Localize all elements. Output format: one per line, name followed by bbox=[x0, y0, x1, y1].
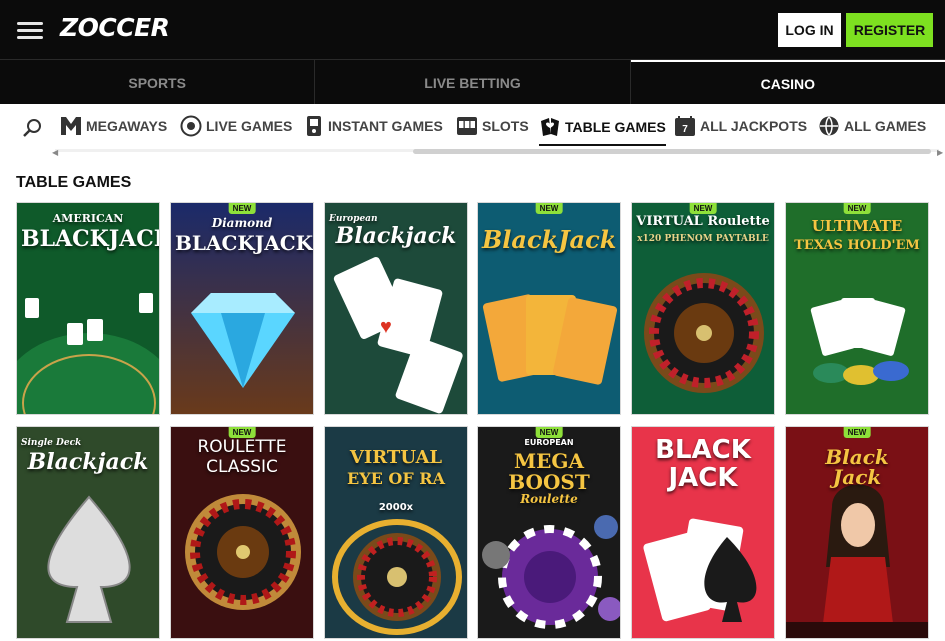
game-title: Blackjack bbox=[27, 449, 149, 475]
game-title: VIRTUAL Roulette bbox=[636, 214, 770, 229]
instant-games-icon bbox=[307, 116, 321, 136]
game-card[interactable]: ♥ European Blackjack bbox=[324, 202, 468, 415]
new-badge: NEW bbox=[843, 427, 871, 438]
logo-text: ZOCCER bbox=[60, 13, 170, 42]
all-games-icon bbox=[819, 116, 839, 136]
live-games-icon bbox=[180, 115, 202, 137]
tab-live-betting[interactable]: LIVE BETTING bbox=[315, 60, 631, 105]
game-title: BLACKJACK bbox=[175, 231, 314, 255]
game-title: TEXAS HOLD'EM bbox=[794, 238, 920, 253]
new-badge: NEW bbox=[228, 203, 256, 214]
game-card[interactable]: NEW Black Jack bbox=[785, 426, 929, 639]
category-all-games[interactable]: ALL GAMES bbox=[818, 110, 926, 142]
game-card[interactable]: VIRTUAL EYE OF RA 2000x bbox=[324, 426, 468, 639]
category-label: MEGAWAYS bbox=[86, 118, 168, 134]
category-all-jackpots[interactable]: 7 ALL JACKPOTS bbox=[674, 110, 807, 142]
section-title: TABLE GAMES bbox=[16, 174, 132, 191]
game-title: BLACKJACK bbox=[21, 226, 160, 252]
new-badge: NEW bbox=[535, 427, 563, 438]
game-title: ROULETTE bbox=[197, 437, 287, 457]
jackpots-icon: 7 bbox=[675, 116, 695, 136]
svg-text:7: 7 bbox=[682, 124, 688, 135]
game-title: EYE OF RA bbox=[347, 469, 445, 488]
game-title: Single Deck bbox=[21, 438, 82, 448]
table-games-icon bbox=[541, 118, 559, 136]
game-title: Blackjack bbox=[335, 223, 457, 249]
scroll-left-icon[interactable]: ◀ bbox=[52, 148, 58, 157]
game-card[interactable]: NEW VIRTUAL Roulette x120 PHENOM PAYTABL… bbox=[631, 202, 775, 415]
category-label: LIVE GAMES bbox=[206, 118, 293, 134]
game-card[interactable]: NEW ULTIMATE TEXAS HOLD'EM bbox=[785, 202, 929, 415]
zoccer-logo[interactable]: ZOCCER bbox=[60, 13, 170, 42]
category-label: INSTANT GAMES bbox=[328, 118, 443, 134]
category-scrollbar[interactable] bbox=[413, 149, 931, 154]
category-megaways[interactable]: MEGAWAYS bbox=[60, 110, 167, 142]
scroll-right-icon[interactable]: ▶ bbox=[937, 148, 943, 157]
game-title: ULTIMATE bbox=[811, 217, 903, 235]
category-label: ALL JACKPOTS bbox=[700, 118, 808, 134]
category-slots[interactable]: SLOTS bbox=[456, 110, 529, 142]
game-title: BlackJack bbox=[482, 225, 617, 254]
game-title: EUROPEAN bbox=[524, 438, 574, 447]
category-label: ALL GAMES bbox=[844, 118, 927, 134]
category-instant-games[interactable]: INSTANT GAMES bbox=[304, 110, 443, 142]
tab-sports[interactable]: SPORTS bbox=[0, 60, 316, 105]
new-badge: NEW bbox=[689, 203, 717, 214]
register-button[interactable]: REGISTER bbox=[846, 13, 933, 47]
svg-text:♥: ♥ bbox=[380, 316, 392, 338]
tab-casino[interactable]: CASINO bbox=[630, 60, 945, 105]
game-title: JACK bbox=[668, 463, 738, 493]
game-card[interactable]: NEW ROULETTE CLASSIC bbox=[170, 426, 314, 639]
game-title: Jack bbox=[832, 465, 882, 489]
game-title: VIRTUAL bbox=[349, 447, 443, 468]
slots-icon bbox=[457, 117, 477, 135]
category-live-games[interactable]: LIVE GAMES bbox=[180, 110, 292, 142]
category-label: SLOTS bbox=[482, 118, 529, 134]
megaways-icon bbox=[61, 117, 81, 135]
game-title: Diamond bbox=[211, 216, 273, 230]
game-title: MEGA BOOST bbox=[508, 449, 590, 494]
new-badge: NEW bbox=[843, 203, 871, 214]
game-card[interactable]: AMERICAN BLACKJACK bbox=[16, 202, 160, 415]
game-title: AMERICAN bbox=[52, 212, 124, 225]
hamburger-menu-icon[interactable] bbox=[16, 16, 44, 44]
game-card[interactable]: NEW BlackJack bbox=[477, 202, 621, 415]
game-subtitle: 2000x bbox=[378, 502, 414, 513]
login-button[interactable]: LOG IN bbox=[778, 13, 841, 47]
new-badge: NEW bbox=[535, 203, 563, 214]
game-title: BLACK bbox=[655, 435, 751, 465]
game-title: CLASSIC bbox=[206, 457, 278, 477]
main-tabs: SPORTS LIVE BETTING CASINO bbox=[0, 59, 945, 105]
game-card[interactable]: NEW Diamond BLACKJACK bbox=[170, 202, 314, 415]
search-icon[interactable] bbox=[22, 118, 42, 138]
game-subtitle: Roulette bbox=[520, 492, 578, 506]
game-card[interactable]: Single Deck Blackjack bbox=[16, 426, 160, 639]
game-card[interactable]: NEW EUROPEAN MEGA BOOST Roulette bbox=[477, 426, 621, 639]
game-title: x120 PHENOM PAYTABLE bbox=[637, 234, 769, 244]
game-card[interactable]: BLACK JACK bbox=[631, 426, 775, 639]
category-label: TABLE GAMES bbox=[565, 119, 666, 135]
category-table-games[interactable]: TABLE GAMES bbox=[539, 110, 666, 146]
